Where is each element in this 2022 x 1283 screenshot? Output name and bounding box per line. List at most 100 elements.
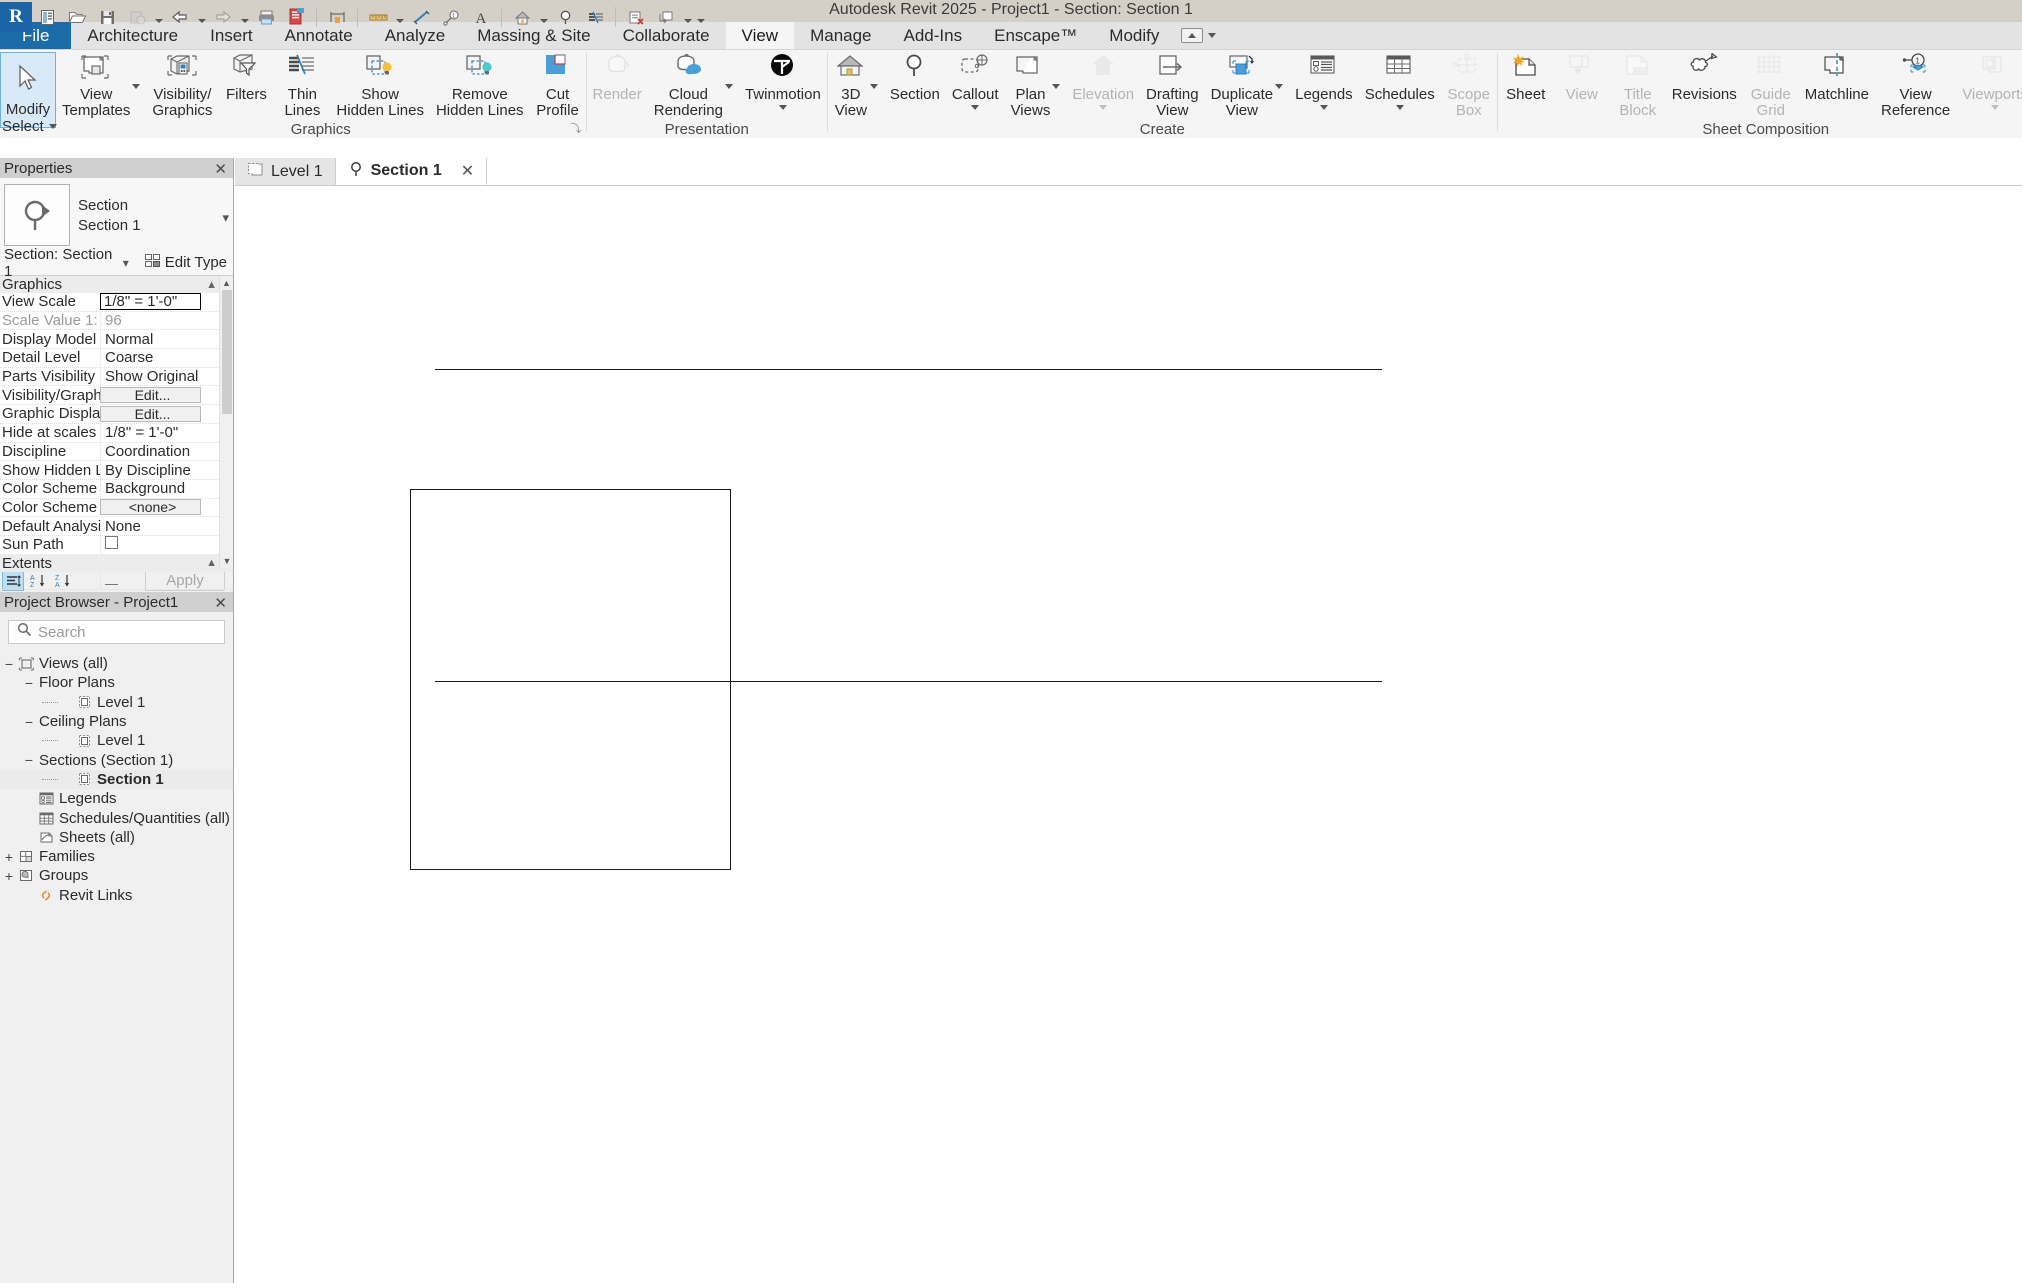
ribbon-button-drafting-view[interactable]: Drafting View: [1140, 52, 1205, 122]
ribbon-button-visibility-graphics[interactable]: Visibility/Graphics: [146, 52, 218, 122]
view-tab-close-icon[interactable]: ✕: [461, 161, 474, 181]
project-browser-item-level-1[interactable]: Level 1: [0, 693, 233, 712]
ribbon-tab-add-ins[interactable]: Add-Ins: [888, 22, 979, 49]
revit-logo-icon[interactable]: R: [0, 2, 32, 32]
ribbon-button-dropdown-arrow[interactable]: [132, 84, 141, 89]
ribbon-button-dropdown-arrow[interactable]: [869, 84, 878, 89]
view-tab-level-1[interactable]: Level 1: [235, 158, 336, 185]
align-icon[interactable]: [406, 2, 436, 32]
ribbon-button-cloud-rendering[interactable]: Cloud Rendering: [648, 52, 739, 122]
properties-scroll-up-icon[interactable]: ▲: [220, 276, 233, 290]
ribbon-button-view-reference[interactable]: 1 View Reference: [1875, 52, 1956, 122]
aligned-dimension-icon[interactable]: [322, 2, 352, 32]
properties-scroll-thumb[interactable]: [222, 290, 232, 414]
tree-expand-icon[interactable]: +: [2, 869, 16, 883]
search-input[interactable]: [38, 623, 208, 641]
ribbon-button-dropdown-arrow[interactable]: [1991, 105, 1999, 110]
ribbon-button-thin-lines[interactable]: Thin Lines: [274, 52, 330, 122]
ribbon-tab-modify[interactable]: Modify: [1093, 22, 1175, 49]
properties-close-icon[interactable]: ✕: [214, 160, 227, 178]
ribbon-button-3d-view[interactable]: 3D View: [828, 52, 884, 122]
ribbon-group-dialog-launcher[interactable]: ⤵: [571, 120, 582, 136]
measure-dropdown-arrow[interactable]: [393, 2, 406, 32]
properties-scroll-down-icon[interactable]: ▼: [220, 554, 234, 568]
ribbon-button-plan-views[interactable]: Plan Views: [1005, 52, 1067, 122]
property-value[interactable]: <none>: [100, 499, 201, 516]
properties-type-selector[interactable]: Section: Section 1 ▾: [4, 246, 135, 280]
tree-collapse-icon[interactable]: −: [2, 657, 16, 671]
close-inactive-views-icon[interactable]: [621, 2, 651, 32]
project-browser-item-schedules-quantities-all[interactable]: Schedules/Quantities (all): [0, 808, 233, 827]
project-browser-item-section-1[interactable]: Section 1: [0, 769, 233, 790]
sheet-icon[interactable]: [281, 2, 311, 32]
tree-collapse-icon[interactable]: −: [22, 715, 36, 729]
project-browser-item-groups[interactable]: + Groups: [0, 866, 233, 885]
project-browser-item-views-all[interactable]: − Views (all): [0, 654, 233, 673]
property-value[interactable]: Edit...: [100, 387, 201, 404]
ribbon-button-matchline[interactable]: Matchline: [1799, 52, 1875, 122]
ribbon-minimize-dropdown-arrow[interactable]: [1208, 33, 1217, 38]
property-value[interactable]: Edit...: [100, 405, 201, 422]
ribbon-button-filters[interactable]: Filters: [218, 52, 274, 122]
tag-icon[interactable]: 1: [436, 2, 466, 32]
properties-group-extents[interactable]: Extents ▲: [0, 554, 233, 572]
save-icon[interactable]: [92, 2, 122, 32]
property-value[interactable]: [100, 536, 233, 554]
graphics-collapse-icon[interactable]: ▲: [206, 279, 217, 291]
project-browser-item-level-1[interactable]: Level 1: [0, 731, 233, 750]
ribbon-tab-view[interactable]: View: [725, 22, 795, 49]
project-browser-search[interactable]: [8, 620, 225, 644]
project-browser-close-icon[interactable]: ✕: [214, 594, 227, 612]
ribbon-button-legends[interactable]: Legends: [1289, 52, 1359, 122]
property-value[interactable]: 1/8" = 1'-0": [100, 293, 201, 311]
ribbon-button-dropdown-arrow[interactable]: [1319, 105, 1328, 110]
project-browser-item-revit-links[interactable]: Revit Links: [0, 886, 233, 905]
select-dropdown-arrow[interactable]: [48, 123, 57, 129]
properties-type-dropdown-arrow[interactable]: ▾: [222, 184, 229, 226]
tree-collapse-icon[interactable]: −: [22, 676, 36, 690]
switch-windows-dropdown-arrow[interactable]: [681, 2, 694, 32]
thin-lines-icon[interactable]: [580, 2, 610, 32]
project-browser-item-legends[interactable]: Legends: [0, 789, 233, 808]
switch-windows-icon[interactable]: [651, 2, 681, 32]
redo-dropdown-arrow[interactable]: [238, 2, 251, 32]
section-icon[interactable]: [550, 2, 580, 32]
ribbon-tab-enscape[interactable]: Enscape™: [978, 22, 1093, 49]
measure-icon[interactable]: [363, 2, 393, 32]
tree-collapse-icon[interactable]: −: [22, 753, 36, 767]
ribbon-button-dropdown-arrow[interactable]: [1395, 105, 1404, 110]
ribbon-button-sheet[interactable]: Sheet: [1498, 52, 1554, 122]
ribbon-button-view-templates[interactable]: View Templates: [56, 52, 146, 122]
drawing-canvas[interactable]: [235, 186, 2022, 1283]
project-browser-item-floor-plans[interactable]: − Floor Plans: [0, 673, 233, 692]
extents-collapse-icon[interactable]: ▲: [206, 557, 217, 569]
ribbon-minimize-icon[interactable]: [1181, 28, 1204, 43]
ribbon-button-dropdown-arrow[interactable]: [971, 105, 980, 110]
ribbon-minimize-control[interactable]: [1175, 22, 1222, 49]
level-line[interactable]: [435, 369, 1382, 370]
default-3d-view-icon[interactable]: [507, 2, 537, 32]
qat-customize-arrow[interactable]: [694, 2, 707, 32]
new-project-icon[interactable]: [32, 2, 62, 32]
ribbon-button-duplicate-view[interactable]: Duplicate View: [1205, 52, 1290, 122]
properties-selector-chevron-icon[interactable]: ▾: [123, 256, 129, 270]
3d-view-dropdown-arrow[interactable]: [537, 2, 550, 32]
ribbon-button-show-hidden-lines[interactable]: Show Hidden Lines: [330, 52, 430, 122]
open-icon[interactable]: [62, 2, 92, 32]
ribbon-button-revisions[interactable]: Revisions: [1666, 52, 1743, 122]
save-as-dropdown-arrow[interactable]: [152, 2, 165, 32]
ribbon-button-section[interactable]: Section: [884, 52, 946, 122]
edit-type-button[interactable]: Edit Type: [139, 253, 233, 272]
ribbon-button-dropdown-arrow[interactable]: [778, 105, 787, 110]
redo-icon[interactable]: [208, 2, 238, 32]
ribbon-button-twinmotion[interactable]: Twinmotion: [739, 52, 827, 122]
crop-region-boundary[interactable]: [410, 489, 731, 870]
properties-group-graphics[interactable]: Graphics ▲: [0, 276, 233, 293]
project-browser-item-sheets-all[interactable]: Sheets (all): [0, 828, 233, 847]
ribbon-button-dropdown-arrow[interactable]: [1052, 84, 1061, 89]
project-browser-item-families[interactable]: + Families: [0, 847, 233, 866]
ribbon-button-dropdown-arrow[interactable]: [1099, 105, 1108, 110]
text-icon[interactable]: A: [466, 2, 496, 32]
print-icon[interactable]: [251, 2, 281, 32]
ribbon-button-dropdown-arrow[interactable]: [1275, 84, 1284, 89]
